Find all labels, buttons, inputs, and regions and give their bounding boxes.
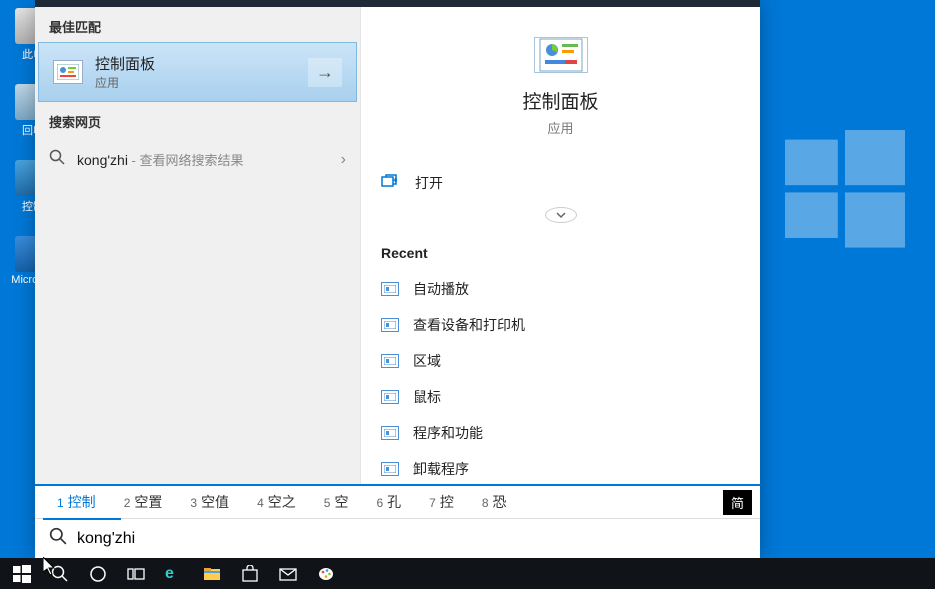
recent-item[interactable]: 查看设备和打印机 [361, 307, 760, 343]
search-input[interactable] [77, 530, 746, 548]
recent-header: Recent [361, 239, 760, 271]
search-icon [49, 527, 67, 550]
ime-candidate[interactable]: 4空之 [243, 486, 310, 518]
control-panel-icon [534, 37, 588, 73]
recent-item[interactable]: 区域 [361, 343, 760, 379]
recent-item[interactable]: 自动播放 [361, 271, 760, 307]
recent-item[interactable]: 卸载程序 [361, 451, 760, 484]
open-action[interactable]: 打开 [361, 159, 760, 207]
best-match-header: 最佳匹配 [35, 7, 360, 42]
open-label: 打开 [415, 173, 443, 193]
setting-item-icon [381, 318, 399, 332]
ime-candidate[interactable]: 5空 [310, 486, 363, 518]
setting-item-icon [381, 354, 399, 368]
ime-candidate[interactable]: 2空置 [110, 486, 177, 518]
taskview-button[interactable] [118, 558, 154, 589]
best-match-item[interactable]: 控制面板 应用 → [38, 42, 357, 102]
preview-subtitle: 应用 [361, 118, 760, 137]
search-input-bar [35, 518, 760, 558]
recent-item[interactable]: 鼠标 [361, 379, 760, 415]
ime-candidate-bar: 1控制2空置3空值4空之5空6孔7控8恐 简 [35, 484, 760, 518]
recent-item[interactable]: 程序和功能 [361, 415, 760, 451]
setting-item-icon [381, 462, 399, 476]
ime-candidate[interactable]: 3空值 [176, 486, 243, 518]
ime-candidate[interactable]: 6孔 [362, 486, 415, 518]
search-panel: 最佳匹配 控制面板 应用 → 搜索网页 kong'zhi [35, 0, 760, 558]
setting-item-icon [381, 282, 399, 296]
mail-taskbar-icon[interactable] [270, 558, 306, 589]
desktop: 此电 回收 控制 Micro Ed 最佳匹配 控制面板 应用 → [0, 0, 935, 589]
web-search-item[interactable]: kong'zhi - 查看网络搜索结果 › [35, 137, 360, 182]
open-icon [381, 174, 401, 193]
control-panel-icon [53, 60, 83, 84]
preview-column: 控制面板 应用 打开 Recent 自动播放查看设备和打印机区域鼠标程序和功能卸… [360, 7, 760, 484]
ime-candidate[interactable]: 7控 [415, 486, 468, 518]
taskbar: e [0, 558, 935, 589]
best-match-title: 控制面板 [95, 53, 308, 74]
results-column: 最佳匹配 控制面板 应用 → 搜索网页 kong'zhi [35, 7, 360, 484]
chevron-right-icon: › [341, 151, 346, 169]
expand-button[interactable] [545, 207, 577, 223]
setting-item-icon [381, 390, 399, 404]
search-taskbar-button[interactable] [42, 558, 78, 589]
search-icon [49, 149, 67, 170]
store-taskbar-icon[interactable] [232, 558, 268, 589]
windows-logo-icon [785, 130, 905, 250]
ime-candidate[interactable]: 8恐 [468, 486, 521, 518]
arrow-right-icon[interactable]: → [308, 58, 342, 87]
ime-toggle-button[interactable]: 简 [723, 490, 752, 515]
web-search-header: 搜索网页 [35, 102, 360, 137]
ime-candidate[interactable]: 1控制 [43, 486, 110, 518]
setting-item-icon [381, 426, 399, 440]
explorer-taskbar-icon[interactable] [194, 558, 230, 589]
cortana-button[interactable] [80, 558, 116, 589]
start-button[interactable] [4, 558, 40, 589]
paint-taskbar-icon[interactable] [308, 558, 344, 589]
preview-title: 控制面板 [361, 87, 760, 114]
web-query-text: kong'zhi - 查看网络搜索结果 [77, 150, 341, 169]
best-match-subtitle: 应用 [95, 74, 308, 91]
edge-taskbar-icon[interactable]: e [156, 558, 192, 589]
